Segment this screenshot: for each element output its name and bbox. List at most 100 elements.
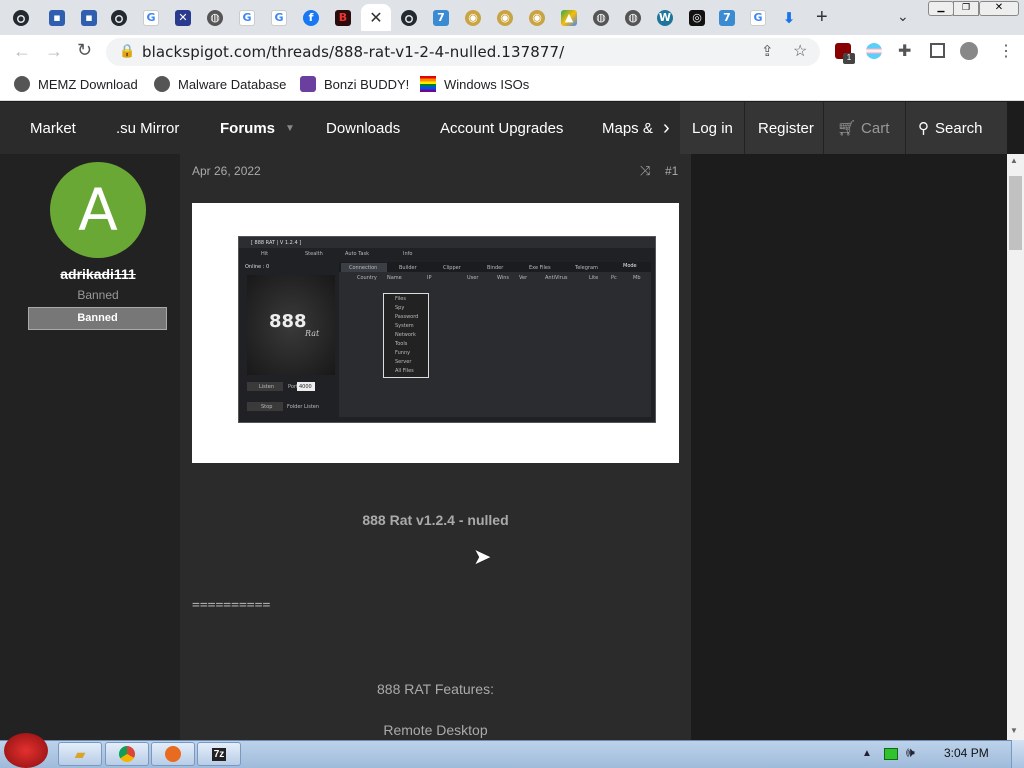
post-date[interactable]: Apr 26, 2022 bbox=[192, 164, 261, 178]
tab-github[interactable] bbox=[8, 4, 34, 31]
bookmark-malware-db[interactable]: Malware Database bbox=[154, 76, 286, 92]
tab-dark-app[interactable]: ◎ bbox=[684, 4, 710, 31]
tab-globe-3[interactable]: ◍ bbox=[620, 4, 646, 31]
tab-globe[interactable]: ◍ bbox=[202, 4, 228, 31]
rat-stop-button: Stop bbox=[261, 404, 273, 410]
bookmark-star-icon[interactable]: ☆ bbox=[793, 41, 807, 61]
tab-blue-app-2[interactable]: ▪ bbox=[76, 4, 102, 31]
menu-kebab-icon[interactable]: ⋮ bbox=[998, 41, 1014, 61]
tab-download[interactable]: ⬇ bbox=[776, 4, 802, 31]
nav-market[interactable]: Market bbox=[30, 102, 76, 154]
bookmark-memz[interactable]: MEMZ Download bbox=[14, 76, 138, 92]
network-icon[interactable] bbox=[884, 748, 898, 760]
tab-search-chevron-icon[interactable]: ⌄ bbox=[897, 8, 909, 25]
nav-account-upgrades[interactable]: Account Upgrades bbox=[440, 102, 563, 154]
tab-github-3[interactable] bbox=[396, 4, 422, 31]
close-tab-icon[interactable]: ✕ bbox=[369, 8, 382, 28]
restore-button[interactable]: ❐ bbox=[953, 1, 979, 16]
login-link[interactable]: Log in bbox=[692, 102, 733, 154]
bookmark-bonzi[interactable]: Bonzi BUDDY! bbox=[300, 76, 409, 92]
taskbar-7zip[interactable]: 7z bbox=[197, 742, 241, 766]
tab-blue-x[interactable]: ✕ bbox=[170, 4, 196, 31]
tab-drive[interactable]: ▲ bbox=[556, 4, 582, 31]
emblem-icon: ◉ bbox=[465, 9, 481, 26]
globe-icon: ◍ bbox=[593, 9, 609, 26]
download-icon: ⬇ bbox=[782, 8, 796, 27]
lock-icon[interactable]: 🔒 bbox=[119, 43, 135, 59]
rat-col: Name bbox=[387, 275, 402, 281]
globe-icon bbox=[14, 76, 30, 92]
new-tab-icon[interactable]: + bbox=[816, 6, 828, 29]
taskbar-chrome[interactable] bbox=[105, 742, 149, 766]
mouse-cursor-icon: ➤ bbox=[473, 544, 492, 569]
tab-google-3[interactable]: G bbox=[266, 4, 292, 31]
forward-icon[interactable]: → bbox=[45, 41, 63, 62]
start-button-angry-bird-icon[interactable] bbox=[4, 733, 48, 768]
globe-icon: ◍ bbox=[207, 9, 223, 26]
app-icon: ▪ bbox=[81, 9, 97, 26]
volume-icon[interactable]: 🕪︎ bbox=[906, 744, 915, 761]
scroll-up-icon[interactable]: ▲ bbox=[1010, 156, 1018, 165]
scroll-down-icon[interactable]: ▼ bbox=[1010, 726, 1018, 735]
feature-item: Remote Desktop bbox=[383, 722, 488, 738]
nav-scroll-right-icon[interactable]: › bbox=[663, 102, 670, 154]
cart-icon: 🛒︎ bbox=[837, 120, 857, 137]
google-icon: G bbox=[239, 9, 255, 26]
register-link[interactable]: Register bbox=[758, 102, 814, 154]
user-title: Banned bbox=[77, 288, 119, 302]
close-window-button[interactable]: ✕ bbox=[979, 1, 1019, 16]
avatar[interactable]: A bbox=[50, 162, 146, 258]
tab-red-app[interactable]: B bbox=[330, 4, 356, 31]
search-button[interactable]: ⚲ Search bbox=[918, 102, 983, 154]
cart-link[interactable]: 🛒︎ Cart bbox=[837, 102, 889, 154]
nav-maps[interactable]: Maps & bbox=[602, 102, 653, 154]
tab-wordpress[interactable]: W bbox=[652, 4, 678, 31]
bonzi-icon bbox=[300, 76, 316, 92]
nav-forums[interactable]: Forums bbox=[220, 102, 275, 154]
tab-globe-2[interactable]: ◍ bbox=[588, 4, 614, 31]
side-panel-icon[interactable] bbox=[930, 43, 945, 58]
reload-icon[interactable]: ↻ bbox=[77, 40, 92, 61]
tab-gold[interactable]: ◉ bbox=[460, 4, 486, 31]
share-icon[interactable]: ⇪ bbox=[761, 42, 774, 60]
post-number-link[interactable]: #1 bbox=[665, 164, 678, 178]
tab-facebook[interactable]: f bbox=[298, 4, 324, 31]
tab-7zip-2[interactable]: 7 bbox=[714, 4, 740, 31]
extensions-puzzle-icon[interactable]: ✚ bbox=[898, 41, 911, 61]
tray-expand-icon[interactable]: ▲ bbox=[862, 748, 872, 759]
rat-mode-label: Mode bbox=[623, 263, 637, 269]
bookmark-windows-isos[interactable]: Windows ISOs bbox=[420, 76, 529, 92]
scrollbar-thumb[interactable] bbox=[1009, 176, 1022, 250]
taskbar-explorer[interactable]: ▰ bbox=[58, 742, 102, 766]
rat-menu-entry: System bbox=[395, 323, 414, 329]
tab-gold-3[interactable]: ◉ bbox=[524, 4, 550, 31]
back-icon[interactable]: ← bbox=[13, 41, 31, 62]
tab-gold-2[interactable]: ◉ bbox=[492, 4, 518, 31]
rat-menu-entry: Password bbox=[395, 314, 419, 320]
url-text[interactable]: blackspigot.com/threads/888-rat-v1-2-4-n… bbox=[142, 43, 564, 61]
nav-su-mirror[interactable]: .su Mirror bbox=[116, 102, 179, 154]
tab-blue-app[interactable]: ▪ bbox=[44, 4, 70, 31]
taskbar-app[interactable] bbox=[151, 742, 195, 766]
profile-avatar[interactable] bbox=[960, 42, 978, 60]
tab-google[interactable]: G bbox=[138, 4, 164, 31]
show-desktop-button[interactable] bbox=[1011, 740, 1024, 768]
tab-7zip[interactable]: 7 bbox=[428, 4, 454, 31]
username[interactable]: adrikadi111 bbox=[0, 266, 196, 282]
7zip-icon: 7 bbox=[433, 9, 449, 26]
tab-github-2[interactable] bbox=[106, 4, 132, 31]
extension-flag-icon[interactable] bbox=[866, 43, 882, 59]
nav-downloads[interactable]: Downloads bbox=[326, 102, 400, 154]
tab-active-blackspigot[interactable]: ✕ bbox=[361, 4, 391, 31]
minimize-button[interactable]: ▁ bbox=[928, 1, 954, 16]
rat-col: Ver bbox=[519, 275, 528, 281]
rat-tab: Exe Files bbox=[529, 265, 551, 271]
chevron-down-icon[interactable]: ▼ bbox=[285, 102, 295, 154]
share-post-icon[interactable]: ⤨ bbox=[640, 163, 650, 179]
tab-google-2[interactable]: G bbox=[234, 4, 260, 31]
clock[interactable]: 3:04 PM bbox=[944, 746, 989, 760]
bookmark-label: Bonzi BUDDY! bbox=[324, 76, 410, 92]
tab-google-4[interactable]: G bbox=[745, 4, 771, 31]
rat-menu-entry: Spy bbox=[395, 305, 405, 311]
divider bbox=[905, 102, 906, 154]
